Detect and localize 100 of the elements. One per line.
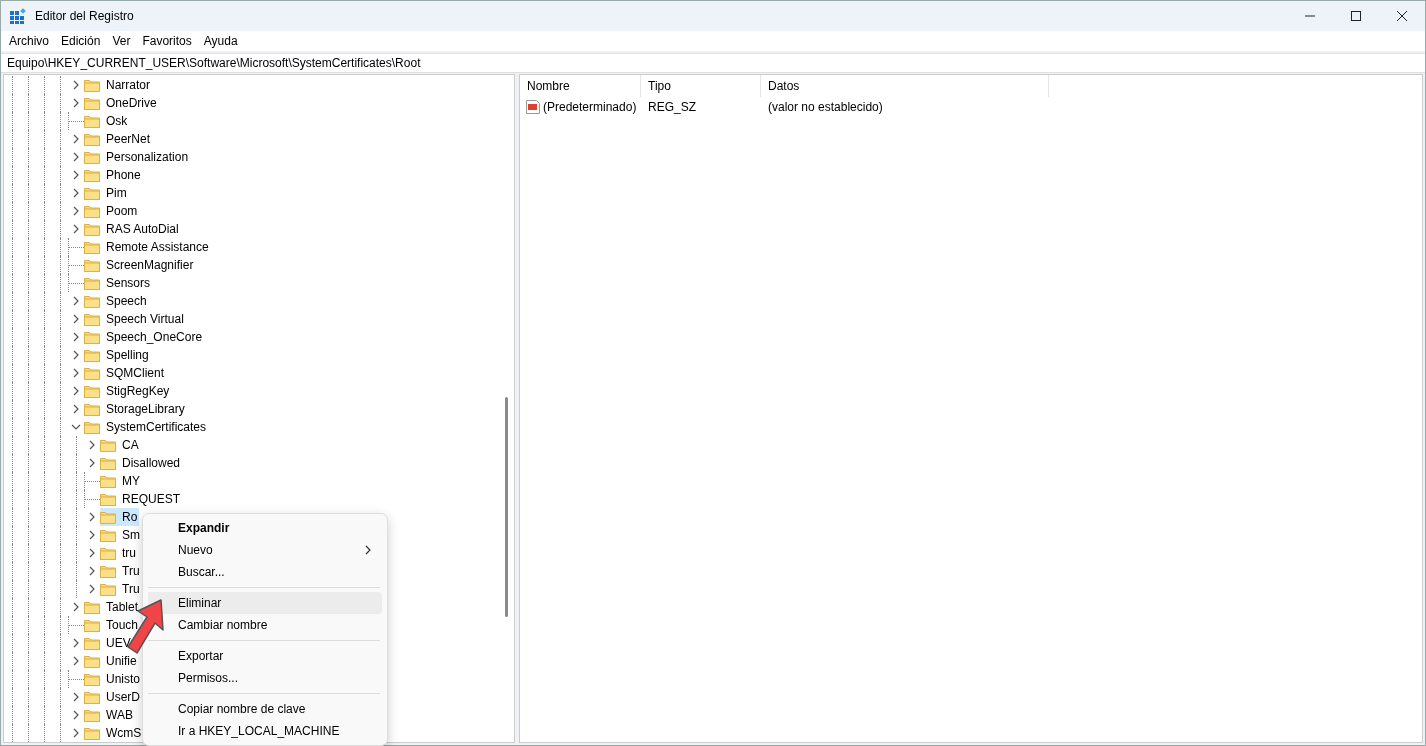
chevron-right-icon[interactable] bbox=[71, 638, 81, 648]
scrollbar-thumb[interactable] bbox=[505, 397, 508, 617]
tree-item[interactable]: MY bbox=[100, 472, 142, 490]
tree-item[interactable]: StorageLibrary bbox=[84, 400, 187, 418]
folder-icon bbox=[84, 150, 100, 164]
chevron-right-icon[interactable] bbox=[87, 584, 97, 594]
folder-icon bbox=[84, 96, 100, 110]
tree-item[interactable]: Speech bbox=[84, 292, 149, 310]
tree-item[interactable]: Pim bbox=[84, 184, 129, 202]
chevron-right-icon[interactable] bbox=[71, 386, 81, 396]
chevron-right-icon[interactable] bbox=[71, 404, 81, 414]
folder-icon bbox=[84, 402, 100, 416]
menu-item[interactable]: Ayuda bbox=[197, 34, 244, 48]
menu-item[interactable]: Cambiar nombre bbox=[178, 614, 382, 636]
folder-icon bbox=[100, 546, 116, 560]
menu-item[interactable]: Copiar nombre de clave bbox=[178, 698, 382, 720]
chevron-right-icon[interactable] bbox=[71, 134, 81, 144]
chevron-right-icon[interactable] bbox=[71, 206, 81, 216]
tree-item[interactable]: ScreenMagnifier bbox=[84, 256, 196, 274]
tree-item[interactable]: Spelling bbox=[84, 346, 151, 364]
menu-item[interactable]: Archivo bbox=[3, 34, 55, 48]
tree-item[interactable]: StigRegKey bbox=[84, 382, 172, 400]
tree-item[interactable]: Osk bbox=[84, 112, 130, 130]
chevron-right-icon[interactable] bbox=[87, 566, 97, 576]
tree-item[interactable]: Narrator bbox=[84, 76, 152, 94]
chevron-right-icon[interactable] bbox=[71, 602, 81, 612]
tree-item[interactable]: WcmS bbox=[84, 724, 144, 742]
tree-item[interactable]: Tru bbox=[100, 580, 142, 598]
chevron-right-icon[interactable] bbox=[71, 656, 81, 666]
folder-icon bbox=[84, 312, 100, 326]
tree-item[interactable]: UserD bbox=[84, 688, 142, 706]
tree-item[interactable]: Remote Assistance bbox=[84, 238, 211, 256]
tree-item[interactable]: Unifie bbox=[84, 652, 139, 670]
chevron-right-icon[interactable] bbox=[71, 152, 81, 162]
folder-icon bbox=[100, 474, 116, 488]
folder-icon bbox=[84, 276, 100, 290]
tree-item[interactable]: WAB bbox=[84, 706, 135, 724]
chevron-right-icon[interactable] bbox=[87, 530, 97, 540]
tree-item[interactable]: REQUEST bbox=[100, 490, 182, 508]
menu-item[interactable]: Nuevo bbox=[178, 539, 382, 561]
menu-item[interactable]: Edición bbox=[55, 34, 107, 48]
chevron-right-icon[interactable] bbox=[71, 314, 81, 324]
menu-item[interactable]: Ver bbox=[106, 34, 137, 48]
chevron-right-icon[interactable] bbox=[71, 332, 81, 342]
folder-icon bbox=[84, 384, 100, 398]
menu-item[interactable]: Buscar... bbox=[178, 561, 382, 583]
chevron-down-icon[interactable] bbox=[71, 422, 81, 432]
tree-item[interactable]: Tablet bbox=[84, 598, 141, 616]
folder-icon bbox=[84, 240, 100, 254]
tree-item[interactable]: Speech_OneCore bbox=[84, 328, 205, 346]
tree-item[interactable]: Tru bbox=[100, 562, 142, 580]
chevron-right-icon[interactable] bbox=[71, 692, 81, 702]
folder-icon bbox=[100, 582, 116, 596]
chevron-right-icon[interactable] bbox=[71, 710, 81, 720]
tree-item[interactable]: Sm bbox=[100, 526, 142, 544]
column-header[interactable]: Tipo bbox=[641, 75, 761, 97]
chevron-right-icon[interactable] bbox=[71, 224, 81, 234]
tree-item[interactable]: Disallowed bbox=[100, 454, 183, 472]
chevron-right-icon[interactable] bbox=[87, 458, 97, 468]
chevron-right-icon[interactable] bbox=[71, 728, 81, 738]
chevron-right-icon[interactable] bbox=[71, 170, 81, 180]
tree-item[interactable]: Poom bbox=[84, 202, 140, 220]
chevron-right-icon[interactable] bbox=[71, 350, 81, 360]
tree-item[interactable]: tru bbox=[100, 544, 138, 562]
column-header[interactable]: Datos bbox=[761, 75, 1049, 97]
tree-item[interactable]: Touch bbox=[84, 616, 141, 634]
tree-item[interactable]: Ro bbox=[100, 508, 140, 526]
menu-item[interactable]: Ir a HKEY_LOCAL_MACHINE bbox=[178, 720, 382, 742]
chevron-right-icon[interactable] bbox=[71, 296, 81, 306]
tree-item[interactable]: OneDrive bbox=[84, 94, 159, 112]
folder-icon bbox=[84, 78, 100, 92]
tree-item[interactable]: SQMClient bbox=[84, 364, 166, 382]
maximize-icon[interactable] bbox=[1351, 11, 1361, 21]
tree-item[interactable]: CA bbox=[100, 436, 141, 454]
chevron-right-icon[interactable] bbox=[71, 98, 81, 108]
address-bar[interactable]: Equipo\HKEY_CURRENT_USER\Software\Microsoft\SystemCertificates\Root bbox=[1, 53, 1425, 73]
folder-icon bbox=[84, 600, 100, 614]
chevron-right-icon[interactable] bbox=[87, 548, 97, 558]
tree-item[interactable]: Speech Virtual bbox=[84, 310, 186, 328]
chevron-right-icon[interactable] bbox=[71, 80, 81, 90]
menu-item[interactable]: Exportar bbox=[178, 645, 382, 667]
tree-item[interactable]: Unisto bbox=[84, 670, 142, 688]
column-header[interactable]: Nombre bbox=[520, 75, 641, 97]
tree-item[interactable]: Personalization bbox=[84, 148, 191, 166]
tree-item[interactable]: RAS AutoDial bbox=[84, 220, 181, 238]
tree-item[interactable]: PeerNet bbox=[84, 130, 153, 148]
close-icon[interactable] bbox=[1397, 11, 1407, 21]
tree-item[interactable]: SystemCertificates bbox=[84, 418, 209, 436]
chevron-right-icon[interactable] bbox=[87, 512, 97, 522]
tree-item[interactable]: Sensors bbox=[84, 274, 153, 292]
tree-item[interactable]: UEV bbox=[84, 634, 133, 652]
menu-item[interactable]: Favoritos bbox=[136, 34, 198, 48]
menu-item[interactable]: Permisos... bbox=[178, 667, 382, 689]
folder-icon bbox=[84, 726, 100, 740]
chevron-right-icon[interactable] bbox=[71, 368, 81, 378]
value-type: REG_SZ bbox=[647, 100, 697, 114]
menu-item[interactable]: Expandir bbox=[178, 517, 382, 539]
tree-item[interactable]: Phone bbox=[84, 166, 143, 184]
chevron-right-icon[interactable] bbox=[71, 188, 81, 198]
chevron-right-icon[interactable] bbox=[87, 440, 97, 450]
